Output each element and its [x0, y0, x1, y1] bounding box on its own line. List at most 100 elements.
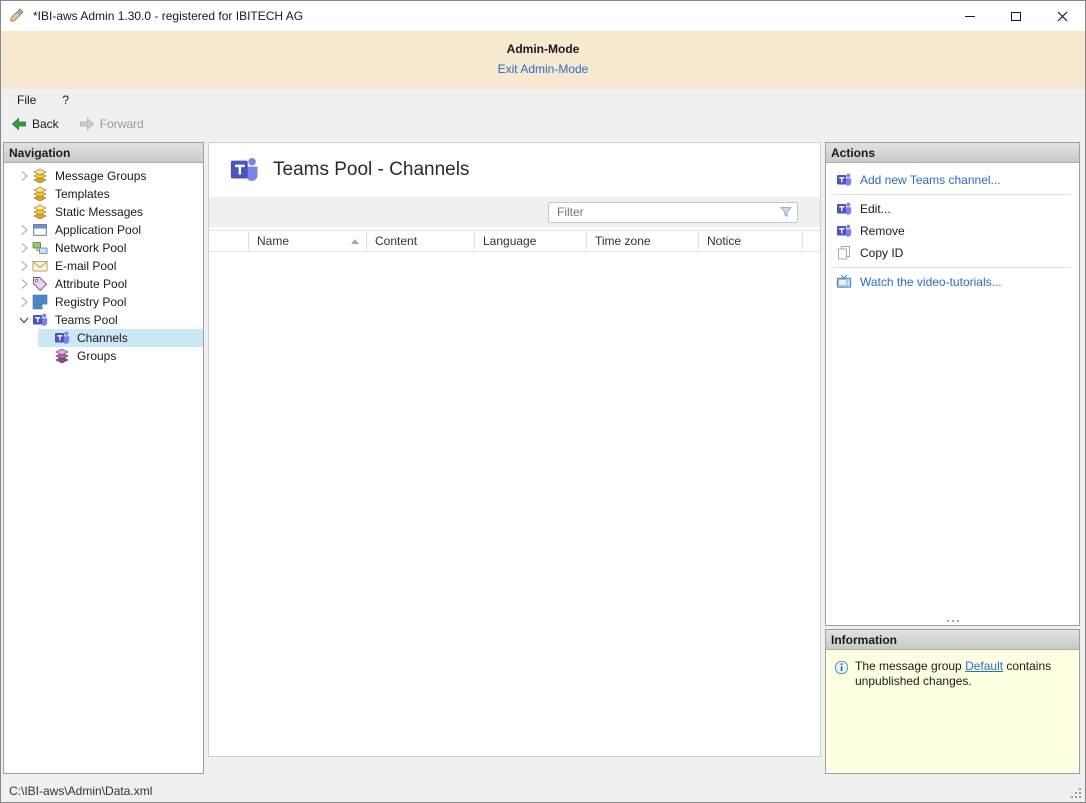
nav-item-label: Attribute Pool [53, 276, 129, 292]
nav-item-templates[interactable]: Templates [4, 185, 203, 203]
filter-input[interactable] [549, 205, 775, 219]
column-header-filler [803, 231, 820, 251]
nav-item-application-pool[interactable]: Application Pool [4, 221, 203, 239]
default-message-group-link[interactable]: Default [965, 659, 1003, 673]
resize-grip[interactable] [1070, 787, 1083, 800]
page-title: Teams Pool - Channels [273, 159, 469, 181]
nav-item-attribute-pool[interactable]: Attribute Pool [4, 275, 203, 293]
column-header-name[interactable]: Name [249, 231, 367, 251]
action-label: Edit... [860, 202, 891, 216]
forward-label: Forward [100, 117, 144, 131]
add-teams-channel-action[interactable]: Add new Teams channel... [826, 169, 1079, 191]
app-window: *IBI-aws Admin 1.30.0 - registered for I… [0, 0, 1086, 803]
channels-table-body[interactable] [209, 252, 820, 756]
window-title: *IBI-aws Admin 1.30.0 - registered for I… [33, 9, 303, 23]
templates-icon [32, 186, 48, 202]
status-bar: C:\IBI-aws\Admin\Data.xml [1, 779, 1085, 802]
content-panel: Teams Pool - Channels Name Content La [208, 142, 821, 757]
nav-item-registry-pool[interactable]: Registry Pool [4, 293, 203, 311]
chevron-right-icon[interactable] [16, 258, 32, 274]
nav-item-label: Groups [75, 348, 118, 364]
nav-item-teams-pool[interactable]: Teams Pool [4, 311, 203, 329]
static-messages-icon [32, 204, 48, 220]
nav-item-groups[interactable]: Groups [4, 347, 203, 365]
close-icon [1057, 11, 1068, 22]
groups-icon [54, 348, 70, 364]
column-header-notice[interactable]: Notice [699, 231, 803, 251]
actions-panel: Actions Add new Teams channel... Edit...… [825, 142, 1080, 626]
actions-separator [834, 267, 1071, 268]
menu-help[interactable]: ? [62, 93, 69, 107]
resize-grip-icon [1070, 787, 1083, 800]
right-column: Actions Add new Teams channel... Edit...… [825, 142, 1080, 774]
nav-item-label: Application Pool [53, 222, 143, 238]
admin-mode-banner: Admin-Mode Exit Admin-Mode [1, 31, 1085, 89]
column-header-language[interactable]: Language [475, 231, 587, 251]
content-title-row: Teams Pool - Channels [209, 143, 820, 197]
back-label: Back [32, 117, 59, 131]
copy-icon [836, 245, 852, 261]
nav-item-channels[interactable]: Channels [4, 329, 203, 347]
network-pool-icon [32, 240, 48, 256]
minimize-button[interactable] [947, 1, 993, 31]
chevron-down-icon[interactable] [16, 312, 32, 328]
nav-item-label: E-mail Pool [53, 258, 118, 274]
remove-action[interactable]: Remove [826, 220, 1079, 242]
column-label: Name [257, 234, 289, 248]
attribute-pool-icon [32, 276, 48, 292]
forward-arrow-icon [79, 116, 95, 132]
nav-item-email-pool[interactable]: E-mail Pool [4, 257, 203, 275]
column-header-gutter [209, 231, 249, 251]
column-header-timezone[interactable]: Time zone [587, 231, 699, 251]
chevron-spacer [16, 204, 32, 220]
teams-pool-icon [32, 312, 48, 328]
column-label: Notice [707, 234, 741, 248]
back-arrow-icon [11, 116, 27, 132]
chevron-right-icon[interactable] [16, 240, 32, 256]
filter-icon[interactable] [775, 203, 797, 222]
maximize-button[interactable] [993, 1, 1039, 31]
nav-item-network-pool[interactable]: Network Pool [4, 239, 203, 257]
nav-item-label: Static Messages [53, 204, 145, 220]
forward-button[interactable]: Forward [75, 114, 148, 134]
nav-item-message-groups[interactable]: Message Groups [4, 167, 203, 185]
close-button[interactable] [1039, 1, 1085, 31]
menu-file[interactable]: File [17, 93, 36, 107]
info-icon [834, 660, 849, 675]
chevron-right-icon[interactable] [16, 222, 32, 238]
information-content: The message group Default contains unpub… [826, 650, 1079, 773]
chevron-right-icon[interactable] [16, 276, 32, 292]
nav-item-label: Registry Pool [53, 294, 128, 310]
message-groups-icon [32, 168, 48, 184]
edit-action[interactable]: Edit... [826, 198, 1079, 220]
nav-item-static-messages[interactable]: Static Messages [4, 203, 203, 221]
sort-ascending-icon [351, 239, 359, 244]
chevron-spacer [16, 186, 32, 202]
admin-mode-title: Admin-Mode [1, 42, 1085, 56]
chevron-right-icon[interactable] [16, 168, 32, 184]
actions-panel-header: Actions [826, 143, 1079, 163]
navigation-panel-header: Navigation [4, 143, 203, 163]
information-panel: Information The message group Default co… [825, 629, 1080, 774]
copy-id-action[interactable]: Copy ID [826, 242, 1079, 264]
action-label: Add new Teams channel... [860, 173, 1001, 187]
registry-pool-icon [32, 294, 48, 310]
nav-item-label: Channels [75, 330, 130, 346]
menu-bar: File ? [1, 89, 1085, 111]
action-label: Remove [860, 224, 905, 238]
information-message: The message group Default contains unpub… [855, 659, 1071, 689]
app-icon [9, 8, 25, 24]
navigation-panel: Navigation Message Groups Templates Stat… [3, 142, 204, 774]
nav-item-label: Network Pool [53, 240, 128, 256]
splitter-handle[interactable] [947, 620, 959, 622]
tv-icon [836, 274, 852, 290]
video-tutorials-action[interactable]: Watch the video-tutorials... [826, 271, 1079, 293]
chevron-right-icon[interactable] [16, 294, 32, 310]
chevron-spacer [38, 330, 54, 346]
teams-icon [229, 155, 259, 185]
exit-admin-mode-link[interactable]: Exit Admin-Mode [498, 62, 589, 76]
column-header-content[interactable]: Content [367, 231, 475, 251]
back-button[interactable]: Back [7, 114, 63, 134]
nav-item-label: Teams Pool [53, 312, 120, 328]
filter-box [548, 202, 798, 223]
